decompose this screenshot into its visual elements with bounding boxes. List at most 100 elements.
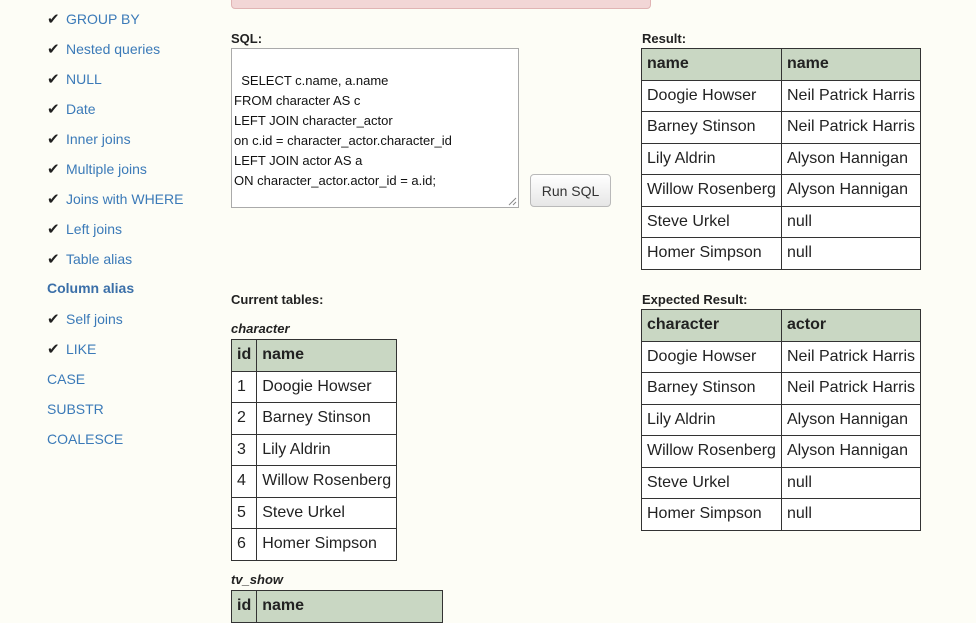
nav-item-left-joins[interactable]: ✔ Left joins	[47, 218, 122, 240]
expected-result-table: character actor Doogie Howser Neil Patric…	[641, 309, 922, 531]
table-cell: null	[780, 498, 922, 531]
nav-item-label: Multiple joins	[66, 161, 147, 177]
column-header: character	[641, 309, 782, 342]
run-sql-button[interactable]: Run SQL	[530, 174, 611, 207]
table-cell: Willow Rosenberg	[256, 465, 398, 498]
sql-editor[interactable]: SELECT c.name, a.name FROM character AS …	[231, 48, 519, 208]
nav-item-label: LIKE	[66, 341, 97, 357]
table-cell: Neil Patrick Harris	[780, 340, 922, 373]
check-icon: ✔	[47, 161, 60, 178]
table-cell: Doogie Howser	[641, 79, 782, 112]
table-cell: Lily Aldrin	[256, 433, 398, 466]
check-icon: ✔	[47, 131, 60, 148]
nav-item-table-alias[interactable]: ✔ Table alias	[47, 248, 132, 270]
table-row: Willow Rosenberg Alyson Hannigan	[641, 174, 922, 207]
nav-item-label: NULL	[66, 71, 102, 87]
check-icon: ✔	[47, 191, 60, 208]
nav-item-label: COALESCE	[47, 431, 124, 447]
table-cell: 1	[230, 370, 258, 403]
column-header: name	[641, 48, 782, 81]
tv-show-table: id name	[230, 590, 444, 623]
table-row: Barney Stinson Neil Patrick Harris	[641, 111, 922, 144]
result-label: Result:	[642, 31, 687, 46]
table-cell: null	[780, 466, 922, 499]
column-header: name	[256, 590, 444, 623]
nav-item-label: Left joins	[66, 221, 123, 237]
column-header: name	[256, 339, 398, 372]
table-cell: 3	[230, 433, 258, 466]
table-cell: Homer Simpson	[641, 237, 782, 270]
nav-item-date[interactable]: ✔ Date	[47, 98, 96, 120]
table-header-row: name name	[641, 48, 922, 81]
nav-item-nested-queries[interactable]: ✔ Nested queries	[47, 38, 160, 60]
table-cell: Barney Stinson	[256, 402, 398, 435]
nav-item-label: Column alias	[47, 280, 135, 296]
nav-item-multiple-joins[interactable]: ✔ Multiple joins	[47, 158, 147, 180]
check-icon: ✔	[47, 101, 60, 118]
table-cell: 6	[230, 528, 258, 561]
table-cell: Doogie Howser	[641, 340, 782, 373]
nav-item-label: Table alias	[66, 251, 133, 267]
table-cell: Barney Stinson	[641, 111, 782, 144]
resize-handle-icon[interactable]	[508, 197, 517, 206]
table-row: 3 Lily Aldrin	[230, 433, 398, 466]
nav-item-case[interactable]: CASE	[47, 368, 85, 390]
nav-item-null[interactable]: ✔ NULL	[47, 68, 102, 90]
table-cell: Neil Patrick Harris	[780, 111, 922, 144]
result-table: name name Doogie Howser Neil Patrick Harr…	[641, 48, 922, 270]
table-cell: Homer Simpson	[256, 528, 398, 561]
table-row: 6 Homer Simpson	[230, 528, 398, 561]
table-cell: Alyson Hannigan	[780, 142, 922, 175]
table-row: Homer Simpson null	[641, 498, 922, 531]
table-cell: Steve Urkel	[256, 496, 398, 529]
column-header: name	[780, 48, 922, 81]
table-cell: Steve Urkel	[641, 466, 782, 499]
table-header-row: id name	[230, 339, 398, 372]
table-cell: null	[780, 205, 922, 238]
check-icon: ✔	[47, 311, 60, 328]
table-cell: Alyson Hannigan	[780, 174, 922, 207]
character-table: id name 1 Doogie Howser 2 Barney Stinson 3…	[230, 339, 398, 561]
status-alert	[231, 0, 651, 9]
column-header: id	[230, 339, 258, 372]
nav-item-column-alias[interactable]: Column alias	[47, 277, 134, 299]
nav-item-joins-with-where[interactable]: ✔ Joins with WHERE	[47, 188, 183, 210]
check-icon: ✔	[47, 221, 60, 238]
nav-item-like[interactable]: ✔ LIKE	[47, 338, 96, 360]
table-row: 4 Willow Rosenberg	[230, 465, 398, 498]
check-icon: ✔	[47, 41, 60, 58]
table-row: 1 Doogie Howser	[230, 370, 398, 403]
table-row: Homer Simpson null	[641, 237, 922, 270]
column-header: id	[230, 590, 258, 623]
nav-item-inner-joins[interactable]: ✔ Inner joins	[47, 128, 131, 150]
table-cell: Barney Stinson	[641, 372, 782, 405]
table-cell: 4	[230, 465, 258, 498]
nav-item-label: Date	[66, 101, 96, 117]
nav-item-coalesce[interactable]: COALESCE	[47, 428, 123, 450]
check-icon: ✔	[47, 11, 60, 28]
expected-result-label: Expected Result:	[642, 292, 748, 307]
nav-item-label: Nested queries	[66, 41, 161, 57]
table-cell: Lily Aldrin	[641, 403, 782, 436]
table-row: Barney Stinson Neil Patrick Harris	[641, 372, 922, 405]
nav-item-group-by[interactable]: ✔ GROUP BY	[47, 8, 140, 30]
table-row: 2 Barney Stinson	[230, 402, 398, 435]
check-icon: ✔	[47, 251, 60, 268]
nav-item-label: GROUP BY	[66, 11, 140, 27]
table-row: 5 Steve Urkel	[230, 496, 398, 529]
table-cell: Steve Urkel	[641, 205, 782, 238]
nav-item-label: SUBSTR	[47, 401, 104, 417]
table-cell: Lily Aldrin	[641, 142, 782, 175]
nav-item-self-joins[interactable]: ✔ Self joins	[47, 308, 123, 330]
nav-item-label: Self joins	[66, 311, 123, 327]
table-cell: 5	[230, 496, 258, 529]
nav-item-label: CASE	[47, 371, 86, 387]
table-cell: null	[780, 237, 922, 270]
nav-item-label: Joins with WHERE	[66, 191, 184, 207]
table-row: Lily Aldrin Alyson Hannigan	[641, 403, 922, 436]
table-cell: Alyson Hannigan	[780, 435, 922, 468]
table-name-character: character	[231, 321, 290, 336]
nav-item-substr[interactable]: SUBSTR	[47, 398, 104, 420]
table-row: Doogie Howser Neil Patrick Harris	[641, 340, 922, 373]
table-cell: Homer Simpson	[641, 498, 782, 531]
